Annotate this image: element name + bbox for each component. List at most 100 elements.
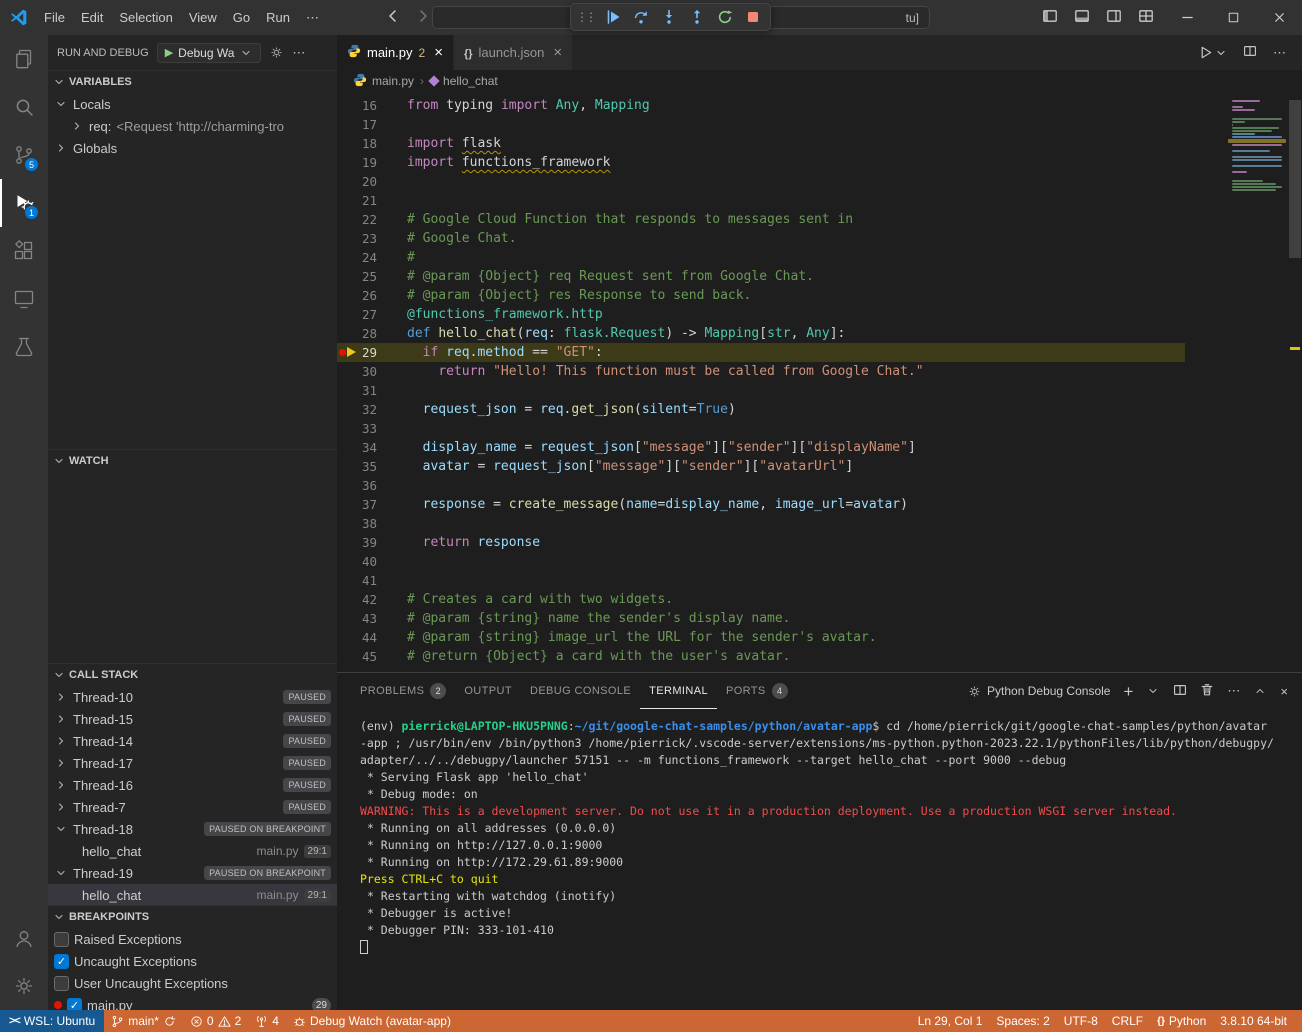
tab-main.py[interactable]: main.py2× (337, 35, 454, 70)
breakpoint-main-py[interactable]: ✓main.py29 (48, 994, 337, 1010)
line-number[interactable]: 24 (362, 250, 377, 265)
close-panel-button[interactable]: × (1280, 684, 1288, 699)
line-number[interactable]: 40 (362, 554, 377, 569)
editor-gutter[interactable]: 19 (337, 153, 393, 172)
line-number[interactable]: 38 (362, 516, 377, 531)
watch-header[interactable]: WATCH (48, 450, 337, 472)
menu-file[interactable]: File (36, 6, 73, 30)
maximize-panel-button[interactable] (1253, 684, 1267, 698)
minimap[interactable] (1228, 92, 1286, 192)
views-more-actions-button[interactable]: ⋯ (292, 45, 305, 61)
status-debug-status[interactable]: Debug Watch (avatar-app) (286, 1010, 458, 1032)
editor-gutter[interactable]: 44 (337, 628, 393, 647)
back-button[interactable] (385, 8, 401, 27)
status-remote-indicator[interactable]: ><WSL: Ubuntu (0, 1010, 104, 1032)
callstack-thread[interactable]: Thread-16PAUSED (48, 774, 337, 796)
breadcrumb-item-main.py[interactable]: main.py (353, 73, 414, 90)
debug-toolbar-drag-handle[interactable]: ⋮⋮ (576, 10, 594, 24)
forward-button[interactable] (415, 8, 431, 27)
editor-gutter[interactable]: 17 (337, 115, 393, 134)
line-number[interactable]: 44 (362, 630, 377, 645)
status-eol[interactable]: CRLF (1105, 1010, 1150, 1032)
editor-gutter[interactable]: 22 (337, 210, 393, 229)
editor-gutter[interactable]: 33 (337, 419, 393, 438)
menu-go[interactable]: Go (225, 6, 258, 30)
menu-more[interactable]: ⋯ (298, 6, 327, 30)
line-number[interactable]: 17 (362, 117, 377, 132)
editor-gutter[interactable]: 36 (337, 476, 393, 495)
debug-launch-picker[interactable]: ▶ Debug Wa (157, 43, 262, 63)
split-editor-button[interactable] (1243, 44, 1257, 61)
breakpoint-checkbox[interactable]: ✓ (54, 954, 69, 969)
toggle-secondary-sidebar-button[interactable] (1106, 8, 1122, 27)
line-number[interactable]: 16 (362, 98, 377, 113)
line-number[interactable]: 20 (362, 174, 377, 189)
toggle-panel-button[interactable] (1074, 8, 1090, 27)
status-encoding[interactable]: UTF-8 (1057, 1010, 1105, 1032)
editor-gutter[interactable]: 42 (337, 590, 393, 609)
line-number[interactable]: 29 (362, 345, 377, 360)
editor-gutter[interactable]: 23 (337, 229, 393, 248)
variables-header[interactable]: VARIABLES (48, 71, 337, 93)
editor-gutter[interactable]: 29 (337, 343, 393, 362)
step-into-button[interactable] (656, 6, 681, 29)
tab-close-button[interactable]: × (434, 44, 443, 61)
editor-gutter[interactable]: 31 (337, 381, 393, 400)
activitybar-account[interactable] (0, 914, 48, 962)
editor-scrollbar[interactable] (1289, 100, 1301, 258)
editor-gutter[interactable]: 43 (337, 609, 393, 628)
callstack-thread[interactable]: Thread-10PAUSED (48, 686, 337, 708)
status-language-mode[interactable]: {}Python (1150, 1010, 1213, 1032)
toggle-primary-sidebar-button[interactable] (1042, 8, 1058, 27)
line-number[interactable]: 25 (362, 269, 377, 284)
variables-scope-locals[interactable]: Locals (48, 93, 337, 115)
close-button[interactable] (1256, 0, 1302, 35)
callstack-thread[interactable]: Thread-18PAUSED ON BREAKPOINT (48, 818, 337, 840)
breakpoint-raised-exceptions[interactable]: Raised Exceptions (48, 928, 337, 950)
menu-selection[interactable]: Selection (111, 6, 180, 30)
callstack-thread[interactable]: Thread-15PAUSED (48, 708, 337, 730)
editor-gutter[interactable]: 16 (337, 96, 393, 115)
breakpoint-checkbox[interactable] (54, 976, 69, 991)
editor-gutter[interactable]: 18 (337, 134, 393, 153)
panel-tab-problems[interactable]: PROBLEMS2 (351, 673, 455, 709)
editor-more-actions-button[interactable]: ⋯ (1273, 45, 1286, 61)
editor-gutter[interactable]: 28 (337, 324, 393, 343)
run-python-file-button[interactable] (1198, 45, 1227, 60)
tab-launch.json[interactable]: {}launch.json× (454, 35, 573, 70)
breakpoint-uncaught-exceptions[interactable]: ✓Uncaught Exceptions (48, 950, 337, 972)
line-number[interactable]: 45 (362, 649, 377, 664)
line-number[interactable]: 22 (362, 212, 377, 227)
activitybar-remote-explorer[interactable] (0, 275, 48, 323)
step-out-button[interactable] (684, 6, 709, 29)
line-number[interactable]: 33 (362, 421, 377, 436)
line-number[interactable]: 34 (362, 440, 377, 455)
panel-tab-output[interactable]: OUTPUT (455, 673, 521, 709)
call-stack-header[interactable]: CALL STACK (48, 664, 337, 686)
line-number[interactable]: 23 (362, 231, 377, 246)
line-number[interactable]: 39 (362, 535, 377, 550)
editor-gutter[interactable]: 25 (337, 267, 393, 286)
editor-gutter[interactable]: 38 (337, 514, 393, 533)
editor-gutter[interactable]: 21 (337, 191, 393, 210)
kill-terminal-button[interactable] (1200, 683, 1214, 700)
new-terminal-button[interactable]: + (1123, 683, 1133, 700)
callstack-thread[interactable]: Thread-19PAUSED ON BREAKPOINT (48, 862, 337, 884)
callstack-frame[interactable]: hello_chatmain.py29:1 (48, 840, 337, 862)
line-number[interactable]: 42 (362, 592, 377, 607)
editor-gutter[interactable]: 27 (337, 305, 393, 324)
editor-gutter[interactable]: 41 (337, 571, 393, 590)
line-number[interactable]: 30 (362, 364, 377, 379)
status-ports-forwarded[interactable]: 4 (248, 1010, 286, 1032)
menu-view[interactable]: View (181, 6, 225, 30)
callstack-thread[interactable]: Thread-17PAUSED (48, 752, 337, 774)
panel-more-actions-button[interactable]: ⋯ (1227, 683, 1240, 699)
continue-button[interactable] (600, 6, 625, 29)
activitybar-run-and-debug[interactable]: 1 (0, 179, 48, 227)
line-number[interactable]: 36 (362, 478, 377, 493)
launch-configure-gear-button[interactable] (269, 45, 284, 60)
panel-tab-ports[interactable]: PORTS4 (717, 673, 797, 709)
editor-gutter[interactable]: 37 (337, 495, 393, 514)
line-number[interactable]: 32 (362, 402, 377, 417)
terminal-dropdown-button[interactable] (1146, 684, 1160, 698)
